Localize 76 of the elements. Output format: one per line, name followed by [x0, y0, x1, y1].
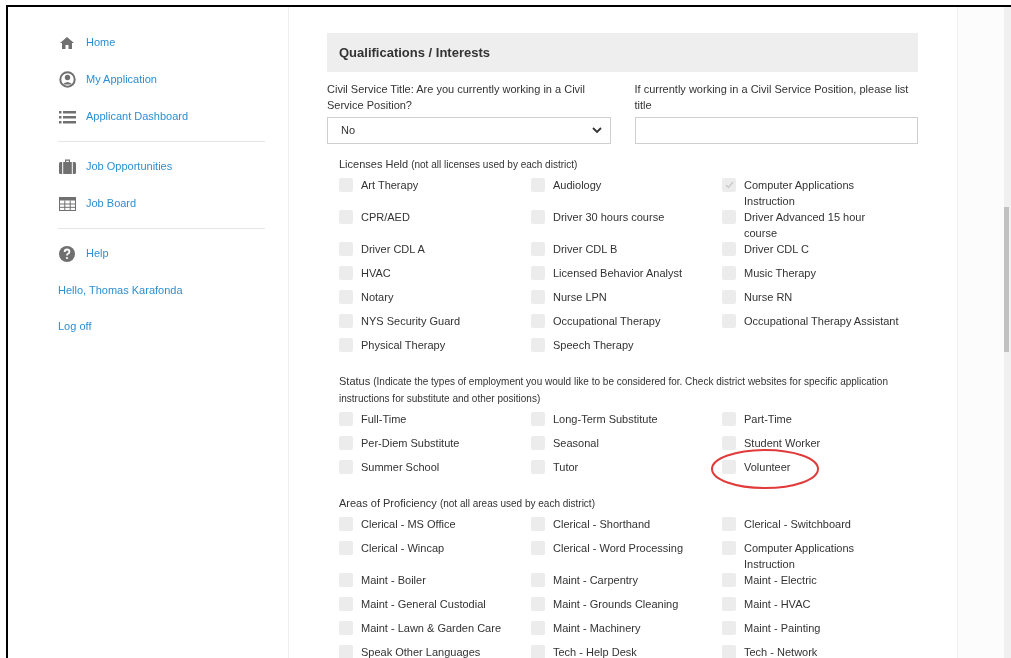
greeting-link[interactable]: Hello, Thomas Karafonda: [58, 281, 183, 299]
checkbox-label: Driver CDL C: [744, 242, 809, 257]
checkbox-label: Occupational Therapy: [553, 314, 661, 329]
checkbox-label: Licensed Behavior Analyst: [553, 266, 683, 281]
checkbox-label: Nurse RN: [744, 290, 793, 305]
section-header: Qualifications / Interests: [327, 33, 918, 72]
checkbox-label: Full-Time: [361, 412, 407, 427]
group-heading: Areas of Proficiency (not all areas used by each district): [339, 496, 596, 511]
checkbox-label: Occupational Therapy Assistant: [744, 314, 899, 329]
group-heading: Status (Indicate the types of employment you would like to be considered for. Check district websites for specific application instructions for substitute and other positions): [339, 374, 889, 406]
checkbox-label: Nurse LPN: [553, 290, 607, 305]
logoff-link[interactable]: Log off: [58, 317, 92, 335]
checkbox-label: Speech Therapy: [553, 338, 634, 353]
checkbox-label: Clerical - Shorthand: [553, 517, 651, 532]
checkbox-label: Per-Diem Substitute: [361, 436, 460, 451]
home-icon: [59, 35, 75, 50]
checkbox-label: Maint - Grounds Cleaning: [553, 597, 679, 612]
checkbox-label: Maint - HVAC: [744, 597, 811, 612]
field-label: Civil Service Title: Are you currently working in a Civil Service Position?: [327, 82, 586, 113]
checkbox-label: Maint - Machinery: [553, 621, 641, 636]
checkbox[interactable]: [722, 178, 736, 192]
checkbox-label: Maint - Painting: [744, 621, 821, 636]
checkbox-label: Driver Advanced 15 hour course: [744, 210, 867, 241]
scrollbar-thumb[interactable]: [1004, 207, 1009, 352]
checkbox[interactable]: [722, 436, 736, 450]
checkbox-label: Clerical - MS Office: [361, 517, 456, 532]
scrollbar[interactable]: [1004, 7, 1011, 658]
help-icon: [59, 245, 75, 262]
checkbox-label: Tech - Network: [744, 645, 818, 658]
checkbox-label: Maint - Carpentry: [553, 573, 638, 588]
checkbox-label: Long-Term Substitute: [553, 412, 658, 427]
nav-link[interactable]: Home: [86, 34, 116, 51]
checkbox[interactable]: [722, 460, 736, 474]
checkbox-label: Part-Time: [744, 412, 792, 427]
chevron-icon: [591, 127, 602, 134]
checkbox-label: Physical Therapy: [361, 338, 446, 353]
text-field[interactable]: [634, 117, 918, 144]
checkbox-label: Maint - General Custodial: [361, 597, 486, 612]
checkbox-label: NYS Security Guard: [361, 314, 461, 329]
checkbox-label: Driver CDL B: [553, 242, 618, 257]
check-icon: [724, 181, 734, 189]
user-icon: [58, 71, 76, 88]
nav-link[interactable]: Applicant Dashboard: [86, 108, 189, 125]
checkbox-label: Student Worker: [744, 436, 821, 451]
checkbox-label: Audiology: [553, 178, 602, 193]
nav-link[interactable]: Job Opportunities: [86, 158, 173, 175]
checkbox-label: Computer Applications Instruction: [744, 541, 856, 572]
table-icon: [58, 196, 76, 211]
checkbox-label: Clerical - Word Processing: [553, 541, 683, 556]
checkbox-label: Computer Applications Instruction: [744, 178, 856, 209]
checkbox-label: Volunteer: [744, 460, 791, 475]
list-icon: [58, 109, 76, 124]
checkbox-label: Driver 30 hours course: [553, 210, 665, 225]
checkbox-label: Clerical - Switchboard: [744, 517, 851, 532]
checkbox-label: Clerical - Wincap: [361, 541, 445, 556]
checkbox-label: Speak Other Languages: [361, 645, 481, 658]
checkbox-label: Maint - Electric: [744, 573, 817, 588]
checkbox-label: Maint - Lawn & Garden Care: [361, 621, 501, 636]
checkbox-label: HVAC: [361, 266, 391, 281]
checkbox-label: Seasonal: [553, 436, 599, 451]
nav-link[interactable]: My Application: [86, 71, 157, 88]
nav-link[interactable]: Job Board: [86, 195, 137, 212]
checkbox-label: Maint - Boiler: [361, 573, 426, 588]
group-heading: Licenses Held (not all licenses used by each district): [339, 157, 579, 172]
checkbox-label: Tutor: [553, 460, 579, 475]
checkbox-label: CPR/AED: [361, 210, 410, 225]
checkbox-label: Music Therapy: [744, 266, 816, 281]
briefcase-icon: [58, 159, 76, 174]
nav-link[interactable]: Help: [86, 245, 109, 262]
checkbox-label: Notary: [361, 290, 394, 305]
select-field[interactable]: No: [327, 117, 611, 144]
checkbox-label: Tech - Help Desk: [553, 645, 637, 658]
checkbox-label: Summer School: [361, 460, 440, 475]
field-label: If currently working in a Civil Service Position, please list title: [634, 82, 910, 113]
checkbox-label: Driver CDL A: [361, 242, 425, 257]
checkbox-label: Art Therapy: [361, 178, 419, 193]
